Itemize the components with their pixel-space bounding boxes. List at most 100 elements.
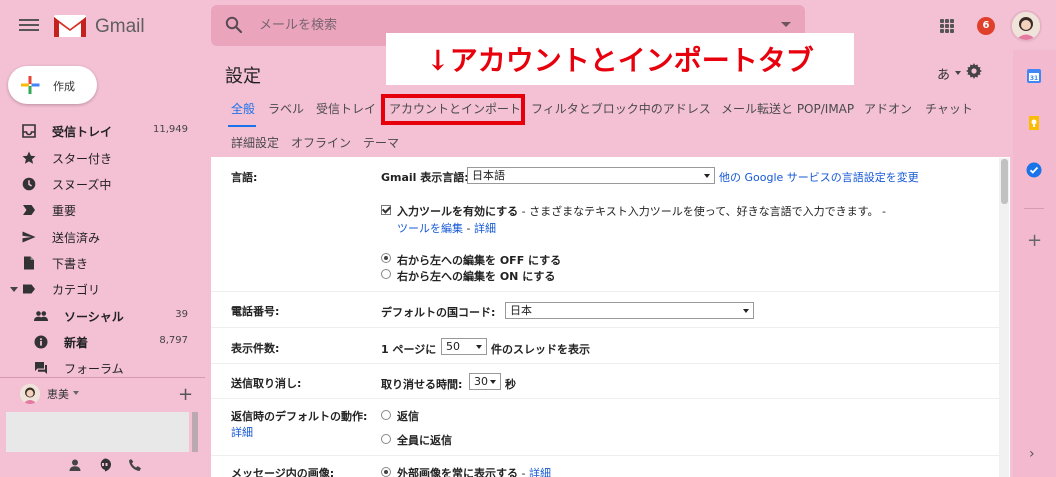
- tasks-icon[interactable]: [1026, 162, 1042, 178]
- compose-label: 作成: [53, 80, 75, 93]
- add-addon-icon[interactable]: +: [1027, 230, 1042, 251]
- expand-arrow-icon[interactable]: [10, 287, 18, 292]
- phone-icon[interactable]: [128, 458, 142, 472]
- reply-all-option-label: 全員に返信: [397, 434, 452, 447]
- plus-icon: [21, 76, 40, 94]
- chevron-down-icon: [476, 345, 482, 349]
- calendar-icon[interactable]: 31: [1026, 68, 1042, 84]
- chevron-down-icon[interactable]: [73, 391, 79, 395]
- compose-button[interactable]: 作成: [8, 66, 97, 104]
- display-language-value: 日本語: [472, 169, 505, 182]
- page-size-prefix: 1 ページに: [381, 343, 437, 356]
- sidebar-item-social[interactable]: ソーシャル 39: [0, 303, 200, 329]
- images-details-link[interactable]: 詳細: [529, 467, 551, 477]
- sidebar-item-sent[interactable]: 送信済み: [0, 224, 200, 250]
- sidebar-item-snoozed[interactable]: スヌーズ中: [0, 171, 200, 197]
- other-services-language-link[interactable]: 他の Google サービスの言語設定を変更: [719, 169, 919, 185]
- tab-highlight-box: [381, 94, 525, 125]
- hangouts-user-name[interactable]: 恵美: [47, 386, 69, 402]
- reply-radio[interactable]: [381, 410, 391, 420]
- rtl-on-label: 右から左への編集を ON にする: [397, 270, 556, 283]
- tab-addons[interactable]: アドオン: [864, 100, 912, 117]
- rtl-on-radio[interactable]: [381, 269, 391, 279]
- chevron-down-icon[interactable]: [955, 71, 961, 75]
- undo-send-label: 送信取り消し:: [231, 377, 302, 390]
- reply-details-link[interactable]: 詳細: [231, 424, 253, 440]
- hangouts-panel: [6, 412, 189, 452]
- sidebar-item-updates[interactable]: 新着 8,797: [0, 329, 200, 355]
- page-title: 設定: [225, 66, 261, 87]
- always-show-images-label: 外部画像を常に表示する: [397, 467, 518, 477]
- sidebar-scrollbar[interactable]: [192, 412, 198, 452]
- annotation-text: ↓アカウントとインポートタブ: [426, 44, 814, 77]
- images-option-line: 外部画像を常に表示する - 詳細: [397, 465, 551, 477]
- input-tools-button[interactable]: あ: [937, 64, 950, 83]
- row-divider: [211, 291, 999, 292]
- link-separator: -: [463, 222, 474, 235]
- details-link[interactable]: 詳細: [474, 222, 496, 235]
- edit-tools-link[interactable]: ツールを編集: [397, 222, 463, 235]
- tab-labels[interactable]: ラベル: [268, 100, 304, 117]
- tab-themes[interactable]: テーマ: [363, 134, 399, 151]
- google-apps-icon[interactable]: [940, 19, 954, 33]
- undo-period-unit: 秒: [505, 378, 516, 391]
- display-language-label: Gmail 表示言語:: [381, 171, 469, 184]
- reply-option-label: 返信: [397, 410, 419, 423]
- hangouts-icon[interactable]: [98, 458, 112, 472]
- gmail-logo-icon[interactable]: [53, 13, 87, 39]
- sidebar-item-inbox[interactable]: 受信トレイ 11,949: [0, 118, 200, 144]
- tab-chat[interactable]: チャット: [925, 100, 973, 117]
- row-divider: [211, 363, 999, 364]
- tab-forwarding-pop-imap[interactable]: メール転送と POP/IMAP: [721, 100, 854, 117]
- country-code-value: 日本: [510, 304, 532, 317]
- chevron-right-icon[interactable]: ›: [1029, 446, 1035, 462]
- sidebar-item-label: 重要: [52, 204, 77, 218]
- main-menu-icon[interactable]: [18, 16, 40, 36]
- sidebar-divider: [0, 377, 205, 378]
- undo-period-select[interactable]: 30: [469, 373, 501, 390]
- input-tools-checkbox[interactable]: [381, 205, 391, 215]
- sidebar-item-categories[interactable]: カテゴリ: [0, 276, 200, 302]
- page-size-select[interactable]: 50: [441, 338, 487, 355]
- country-code-select[interactable]: 日本: [505, 302, 754, 319]
- settings-scrollbar[interactable]: [999, 158, 1009, 477]
- display-language-select[interactable]: 日本語: [467, 167, 715, 184]
- tab-advanced[interactable]: 詳細設定: [231, 134, 279, 151]
- account-avatar[interactable]: [1010, 10, 1042, 42]
- page-size-value: 50: [446, 340, 460, 353]
- search-options-icon[interactable]: [781, 22, 791, 27]
- rtl-off-radio[interactable]: [381, 253, 391, 263]
- page-size-label: 表示件数:: [231, 342, 280, 355]
- search-icon[interactable]: [225, 16, 243, 34]
- unread-count: 11,949: [153, 124, 188, 135]
- clock-icon: [22, 177, 36, 191]
- inbox-icon: [22, 124, 36, 138]
- sidebar-item-starred[interactable]: スター付き: [0, 145, 200, 171]
- phone-label: 電話番号:: [231, 305, 280, 318]
- sidebar-item-important[interactable]: 重要: [0, 197, 200, 223]
- contacts-icon[interactable]: [68, 458, 82, 472]
- sidebar-item-drafts[interactable]: 下書き: [0, 250, 200, 276]
- sidebar-item-label: スター付き: [52, 152, 113, 166]
- row-divider: [211, 327, 999, 328]
- gear-icon[interactable]: [966, 63, 982, 79]
- tab-general[interactable]: 全般: [231, 100, 255, 117]
- add-contact-icon[interactable]: +: [178, 384, 193, 405]
- tab-offline[interactable]: オフライン: [291, 134, 351, 151]
- tab-filters[interactable]: フィルタとブロック中のアドレス: [531, 100, 711, 117]
- scrollbar-thumb[interactable]: [1001, 159, 1008, 204]
- reply-all-radio[interactable]: [381, 434, 391, 444]
- always-show-images-radio[interactable]: [381, 467, 391, 477]
- unread-count: 39: [175, 309, 188, 320]
- hangouts-avatar[interactable]: [20, 384, 40, 404]
- notification-badge[interactable]: 6: [977, 17, 995, 35]
- rail-divider: [1024, 208, 1044, 209]
- undo-period-value: 30: [474, 375, 488, 388]
- sidebar-item-label: カテゴリ: [52, 283, 101, 297]
- input-tools-desc: - さまざまなテキスト入力ツールを使って、好きな言語で入力できます。 -: [518, 205, 887, 218]
- keep-icon[interactable]: [1026, 115, 1042, 131]
- sidebar-item-label: 送信済み: [52, 231, 101, 245]
- tab-inbox[interactable]: 受信トレイ: [316, 100, 376, 117]
- active-tab-indicator: [228, 125, 256, 127]
- input-tools-text: 入力ツールを有効にする: [397, 205, 519, 218]
